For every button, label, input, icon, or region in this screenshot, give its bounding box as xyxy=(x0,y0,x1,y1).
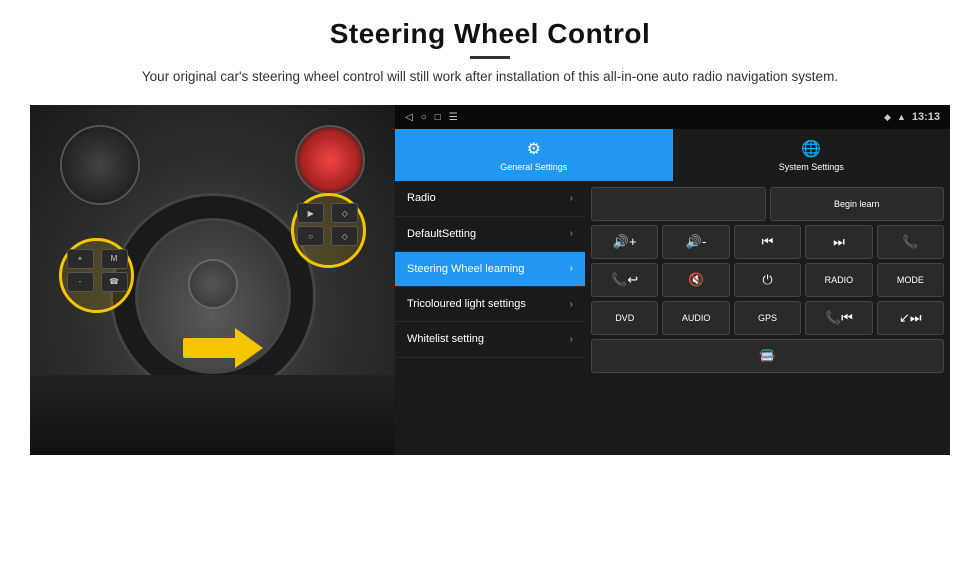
mute-button[interactable]: 🔇 xyxy=(662,263,729,297)
menu-icon[interactable]: ☰ xyxy=(449,112,458,123)
mode-button[interactable]: MODE xyxy=(877,263,944,297)
vol-down-icon: 🔊- xyxy=(686,234,707,250)
gps-button[interactable]: GPS xyxy=(734,301,801,335)
menu-item-tricoloured[interactable]: Tricoloured light settings › xyxy=(395,287,585,322)
call-end-icon: 📞↩ xyxy=(611,272,638,288)
arrow-head xyxy=(235,328,263,368)
btn-group-right: ▶ ◇ ○ ◇ xyxy=(297,203,362,246)
menu-item-default-label: DefaultSetting xyxy=(407,227,476,241)
control-row-5: 🚍 xyxy=(591,339,944,373)
status-bar: ◁ ○ □ ☰ ◆ ▲ 13:13 xyxy=(395,105,950,129)
tab-general-label: General Settings xyxy=(500,162,567,172)
sw-btn-plus: + xyxy=(67,249,94,269)
control-row-2: 🔊+ 🔊- ⏮ ⏭ 📞 xyxy=(591,225,944,259)
prev-track-icon: ⏮ xyxy=(762,234,774,250)
radio-label: RADIO xyxy=(825,275,854,285)
menu-item-tricoloured-label: Tricoloured light settings xyxy=(407,297,526,311)
menu-item-radio-label: Radio xyxy=(407,191,436,205)
recents-icon[interactable]: □ xyxy=(435,112,441,123)
prev-track-button[interactable]: ⏮ xyxy=(734,225,801,259)
sw-btn-nav: ◇ xyxy=(331,203,358,223)
menu-item-steering-label: Steering Wheel learning xyxy=(407,262,524,276)
phone-icon: 📞 xyxy=(902,234,918,250)
control-row-3: 📞↩ 🔇 ⏻ RADIO MODE xyxy=(591,263,944,297)
content-area: + M - ☎ ▶ ◇ ○ ◇ xyxy=(30,105,950,455)
location-icon: ◆ xyxy=(884,112,891,123)
control-panel: Begin learn 🔊+ 🔊- ⏮ xyxy=(585,181,950,455)
sw-btn-call: ☎ xyxy=(101,272,128,292)
status-time: 13:13 xyxy=(912,111,940,123)
phone-prev-icon: 📞⏮ xyxy=(825,310,853,326)
back-icon[interactable]: ◁ xyxy=(405,112,413,123)
call-end-button[interactable]: 📞↩ xyxy=(591,263,658,297)
tab-system-label: System Settings xyxy=(779,162,844,172)
settings-menu: Radio › DefaultSetting › Steering Wheel … xyxy=(395,181,585,455)
skip-next-icon: ↙⏭ xyxy=(899,310,922,326)
gauge-right xyxy=(295,125,365,195)
control-row-4: DVD AUDIO GPS 📞⏮ ↙⏭ xyxy=(591,301,944,335)
menu-item-radio[interactable]: Radio › xyxy=(395,181,585,216)
gauge-left xyxy=(60,125,140,205)
menu-item-default[interactable]: DefaultSetting › xyxy=(395,217,585,252)
bus-icon: 🚍 xyxy=(759,348,775,364)
skip-next-button[interactable]: ↙⏭ xyxy=(877,301,944,335)
tab-system-settings[interactable]: 🌐 System Settings xyxy=(673,129,951,181)
general-settings-icon: ⚙ xyxy=(527,139,541,159)
tab-bar: ⚙ General Settings 🌐 System Settings xyxy=(395,129,950,181)
vol-up-icon: 🔊+ xyxy=(613,234,637,250)
page-wrapper: Steering Wheel Control Your original car… xyxy=(0,0,980,564)
gps-label: GPS xyxy=(758,313,777,323)
page-title: Steering Wheel Control xyxy=(142,18,838,50)
bus-button[interactable]: 🚍 xyxy=(591,339,944,373)
yellow-arrow xyxy=(183,328,263,368)
sw-btn-minus: - xyxy=(67,272,94,292)
mode-label: MODE xyxy=(897,275,924,285)
sw-btn-back: ○ xyxy=(297,226,324,246)
vol-up-button[interactable]: 🔊+ xyxy=(591,225,658,259)
empty-box xyxy=(591,187,766,221)
control-row-1: Begin learn xyxy=(591,187,944,221)
power-button[interactable]: ⏻ xyxy=(734,263,801,297)
menu-item-steering[interactable]: Steering Wheel learning › xyxy=(395,252,585,287)
status-right: ◆ ▲ 13:13 xyxy=(884,111,940,123)
status-nav-icons: ◁ ○ □ ☰ xyxy=(405,112,458,123)
sw-btn-vol: ◇ xyxy=(331,226,358,246)
dvd-label: DVD xyxy=(615,313,634,323)
menu-item-whitelist[interactable]: Whitelist setting › xyxy=(395,322,585,357)
btn-group-left: + M - ☎ xyxy=(67,249,132,292)
chevron-icon-5: › xyxy=(570,334,573,345)
audio-label: AUDIO xyxy=(682,313,711,323)
vol-down-button[interactable]: 🔊- xyxy=(662,225,729,259)
chevron-icon-4: › xyxy=(570,299,573,310)
chevron-icon: › xyxy=(570,193,573,204)
signal-icon: ▲ xyxy=(897,112,906,122)
android-panel: ◁ ○ □ ☰ ◆ ▲ 13:13 ⚙ General Settings xyxy=(395,105,950,455)
dashboard xyxy=(30,375,395,455)
menu-item-whitelist-label: Whitelist setting xyxy=(407,332,484,346)
chevron-icon-2: › xyxy=(570,228,573,239)
title-section: Steering Wheel Control Your original car… xyxy=(142,18,838,87)
subtitle: Your original car's steering wheel contr… xyxy=(142,67,838,87)
radio-button[interactable]: RADIO xyxy=(805,263,872,297)
audio-button[interactable]: AUDIO xyxy=(662,301,729,335)
home-icon[interactable]: ○ xyxy=(421,112,427,123)
settings-content: Radio › DefaultSetting › Steering Wheel … xyxy=(395,181,950,455)
power-icon: ⏻ xyxy=(762,272,772,288)
begin-learn-button[interactable]: Begin learn xyxy=(770,187,945,221)
sw-btn-mode: M xyxy=(101,249,128,269)
phone-prev-button[interactable]: 📞⏮ xyxy=(805,301,872,335)
tab-general-settings[interactable]: ⚙ General Settings xyxy=(395,129,673,181)
dvd-button[interactable]: DVD xyxy=(591,301,658,335)
sw-btn-media: ▶ xyxy=(297,203,324,223)
next-track-icon: ⏭ xyxy=(833,234,845,250)
call-button[interactable]: 📞 xyxy=(877,225,944,259)
photo-area: + M - ☎ ▶ ◇ ○ ◇ xyxy=(30,105,395,455)
arrow-body xyxy=(183,338,238,358)
steering-wheel-center xyxy=(188,259,238,309)
chevron-icon-3: › xyxy=(570,263,573,274)
title-divider xyxy=(470,56,510,59)
system-settings-icon: 🌐 xyxy=(801,139,821,159)
next-track-button[interactable]: ⏭ xyxy=(805,225,872,259)
mute-icon: 🔇 xyxy=(688,272,704,288)
